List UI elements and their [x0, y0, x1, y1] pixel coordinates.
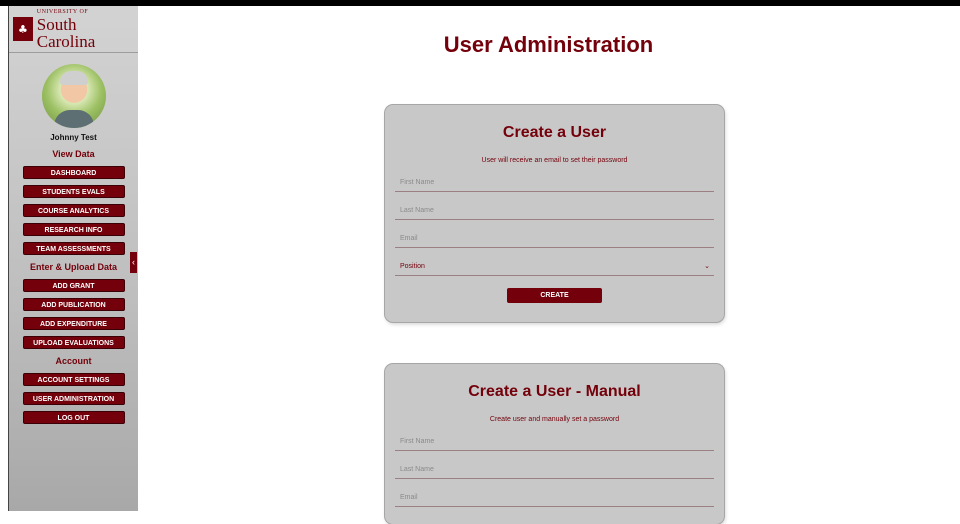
- add-expenditure-button[interactable]: ADD EXPENDITURE: [22, 317, 125, 330]
- account-settings-button[interactable]: ACCOUNT SETTINGS: [22, 373, 125, 386]
- palmetto-icon: ♣: [13, 17, 33, 41]
- create-user-manual-title: Create a User - Manual: [468, 383, 641, 400]
- user-administration-button[interactable]: USER ADMINISTRATION: [22, 392, 125, 405]
- create-button[interactable]: CREATE: [507, 288, 602, 303]
- team-assessments-button[interactable]: TEAM ASSESSMENTS: [22, 242, 125, 255]
- university-logo[interactable]: ♣ UNIVERSITY OF South Carolina: [9, 6, 138, 53]
- manual-email-field[interactable]: Email: [395, 488, 714, 507]
- avatar: [41, 64, 106, 128]
- create-user-manual-subtitle: Create user and manually set a password: [489, 416, 620, 423]
- create-user-title: Create a User: [502, 124, 607, 141]
- first-name-field[interactable]: First Name: [395, 173, 714, 192]
- create-user-manual-card: Create a User - Manual Create user and m…: [385, 364, 724, 524]
- position-select[interactable]: Position ⌄: [395, 257, 714, 276]
- create-user-subtitle: User will receive an email to set their …: [481, 157, 628, 164]
- page-title: User Administration: [443, 32, 654, 57]
- logo-text: UNIVERSITY OF South Carolina: [37, 9, 138, 50]
- manual-first-name-placeholder: First Name: [400, 437, 435, 445]
- last-name-placeholder: Last Name: [400, 206, 434, 214]
- manual-first-name-field[interactable]: First Name: [395, 432, 714, 451]
- research-info-button[interactable]: RESEARCH INFO: [22, 223, 125, 236]
- collapse-sidebar-icon[interactable]: ‹: [130, 252, 137, 273]
- manual-email-placeholder: Email: [400, 493, 418, 501]
- account-title: Account: [55, 356, 92, 366]
- top-border: [0, 0, 960, 6]
- students-evals-button[interactable]: STUDENTS EVALS: [22, 185, 125, 198]
- position-select-label: Position: [400, 262, 425, 270]
- logo-bottom-text: South Carolina: [36, 14, 96, 51]
- add-grant-button[interactable]: ADD GRANT: [22, 279, 125, 292]
- email-field[interactable]: Email: [395, 229, 714, 248]
- create-user-card: Create a User User will receive an email…: [385, 105, 724, 322]
- avatar-shirt: [53, 110, 94, 128]
- view-data-title: View Data: [52, 149, 95, 159]
- avatar-hair: [59, 71, 88, 85]
- dashboard-button[interactable]: DASHBOARD: [22, 166, 125, 179]
- user-name: Johnny Test: [50, 133, 97, 142]
- upload-evaluations-button[interactable]: UPLOAD EVALUATIONS: [22, 336, 125, 349]
- sidebar: ♣ UNIVERSITY OF South Carolina Johnny Te…: [8, 6, 138, 511]
- upload-data-title: Enter & Upload Data: [29, 262, 117, 272]
- manual-last-name-field[interactable]: Last Name: [395, 460, 714, 479]
- last-name-field[interactable]: Last Name: [395, 201, 714, 220]
- course-analytics-button[interactable]: COURSE ANALYTICS: [22, 204, 125, 217]
- add-publication-button[interactable]: ADD PUBLICATION: [22, 298, 125, 311]
- chevron-down-icon: ⌄: [704, 263, 710, 270]
- first-name-placeholder: First Name: [400, 178, 435, 186]
- log-out-button[interactable]: LOG OUT: [22, 411, 125, 424]
- manual-last-name-placeholder: Last Name: [400, 465, 434, 473]
- email-placeholder: Email: [400, 234, 418, 242]
